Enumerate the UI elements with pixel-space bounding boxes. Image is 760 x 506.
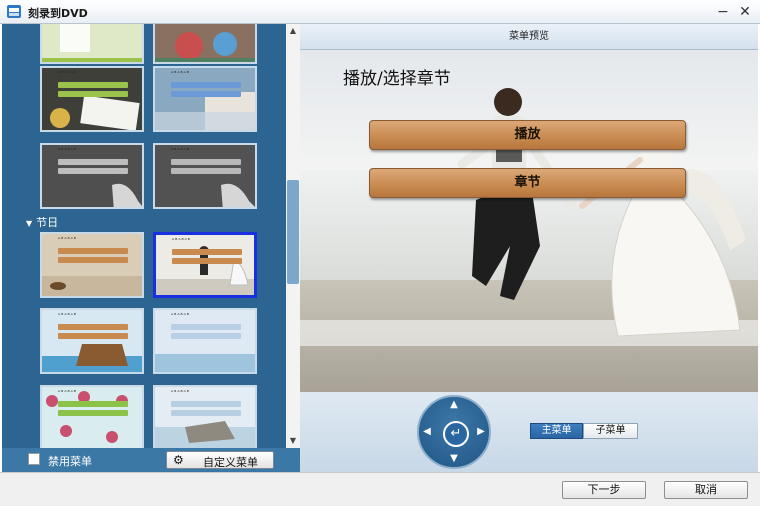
template-label: ᴬᴮᴬᴮᴬᴮ <box>58 71 77 77</box>
template-footer: 禁用菜单 ⚙ 自定义菜单 <box>2 448 300 472</box>
template-preview-image <box>42 24 142 62</box>
disable-menu-checkbox[interactable] <box>28 453 40 465</box>
template-thumb-7[interactable]: ᴬᴮᴬᴮᴬᴮ <box>40 232 144 298</box>
template-bar <box>171 333 241 339</box>
template-bar <box>171 82 241 88</box>
cancel-button[interactable]: 取消 <box>664 481 748 499</box>
next-button[interactable]: 下一步 <box>562 481 646 499</box>
template-preview-image <box>155 68 255 130</box>
template-preview-image <box>42 387 142 448</box>
preview-play-button[interactable]: 播放 <box>369 120 686 150</box>
template-preview-image <box>155 310 255 372</box>
arrow-left-icon[interactable]: ◀ <box>421 426 433 438</box>
template-bar <box>172 249 242 255</box>
minimize-icon[interactable]: − <box>714 3 732 21</box>
preview-controls: ▲ ▼ ◀ ▶ ↵ 主菜单 子菜单 <box>300 392 758 472</box>
template-label: ᴬᴮᴬᴮᴬᴮ <box>58 390 77 396</box>
collapse-triangle-icon: ▼ <box>26 219 33 228</box>
template-bar <box>58 333 128 339</box>
template-group-holiday[interactable]: ▼ 节日 <box>26 214 58 230</box>
template-label: ᴬᴮᴬᴮᴬᴮ <box>171 313 190 319</box>
template-thumb-1[interactable] <box>40 24 144 64</box>
arrow-up-icon[interactable]: ▲ <box>448 399 460 411</box>
dialog-footer: 下一步 取消 <box>0 472 760 506</box>
template-panel: ᴬᴮᴬᴮᴬᴮ ᴬᴮᴬᴮᴬᴮ ᴬᴮᴬᴮᴬᴮ ᴬᴮᴬᴮᴬᴮ ▼ 节日 ᴬᴮᴬᴮᴬᴮ … <box>2 24 300 472</box>
template-bar <box>58 401 128 407</box>
template-label: ᴬᴮᴬᴮᴬᴮ <box>172 238 191 244</box>
template-preview-image <box>42 234 142 296</box>
group-label-text: 节日 <box>36 216 59 229</box>
template-label: ᴬᴮᴬᴮᴬᴮ <box>58 237 77 243</box>
custom-menu-label: 自定义菜单 <box>203 457 258 469</box>
template-thumb-9[interactable]: ᴬᴮᴬᴮᴬᴮ <box>40 308 144 374</box>
template-label: ᴬᴮᴬᴮᴬᴮ <box>171 148 190 154</box>
template-bar <box>171 410 241 416</box>
template-thumb-10[interactable]: ᴬᴮᴬᴮᴬᴮ <box>153 308 257 374</box>
enter-icon[interactable]: ↵ <box>443 421 469 447</box>
close-icon[interactable]: ✕ <box>736 3 754 21</box>
template-thumb-11[interactable]: ᴬᴮᴬᴮᴬᴮ <box>40 385 144 448</box>
arrow-right-icon[interactable]: ▶ <box>475 426 487 438</box>
preview-menu-title: 播放/选择章节 <box>343 69 451 89</box>
template-bar <box>58 248 128 254</box>
template-thumb-3[interactable]: ᴬᴮᴬᴮᴬᴮ <box>40 66 144 132</box>
template-list: ᴬᴮᴬᴮᴬᴮ ᴬᴮᴬᴮᴬᴮ ᴬᴮᴬᴮᴬᴮ ᴬᴮᴬᴮᴬᴮ ▼ 节日 ᴬᴮᴬᴮᴬᴮ … <box>2 24 286 448</box>
template-preview-image <box>42 145 142 207</box>
template-thumb-5[interactable]: ᴬᴮᴬᴮᴬᴮ <box>40 143 144 209</box>
template-preview-image <box>42 310 142 372</box>
template-bar <box>171 168 241 174</box>
template-bar <box>171 401 241 407</box>
template-thumb-4[interactable]: ᴬᴮᴬᴮᴬᴮ <box>153 66 257 132</box>
template-scrollbar[interactable]: ▲ ▼ <box>286 24 300 448</box>
arrow-down-icon[interactable]: ▼ <box>448 453 460 465</box>
preview-chapter-button[interactable]: 章节 <box>369 168 686 198</box>
template-thumb-2[interactable] <box>153 24 257 64</box>
template-bar <box>58 324 128 330</box>
template-thumb-8-selected[interactable]: ᴬᴮᴬᴮᴬᴮ <box>153 232 257 298</box>
title-bar: 刻录到DVD − ✕ <box>0 0 760 24</box>
template-bar <box>58 82 128 88</box>
template-bar <box>58 91 128 97</box>
gear-icon: ⚙ <box>173 453 184 467</box>
template-label: ᴬᴮᴬᴮᴬᴮ <box>58 313 77 319</box>
dvd-app-icon <box>7 5 21 18</box>
template-preview-image <box>156 235 254 295</box>
disable-menu-label: 禁用菜单 <box>48 455 92 468</box>
template-bar <box>58 410 128 416</box>
sub-menu-tab[interactable]: 子菜单 <box>583 423 638 439</box>
preview-header: 菜单预览 <box>300 24 758 50</box>
template-preview-image <box>155 24 255 62</box>
scroll-up-icon[interactable]: ▲ <box>286 24 300 38</box>
preview-couple-photo <box>457 88 746 337</box>
navigation-dpad: ▲ ▼ ◀ ▶ ↵ <box>417 395 491 469</box>
template-bar <box>171 91 241 97</box>
main-menu-tab[interactable]: 主菜单 <box>530 423 583 439</box>
template-bar <box>58 168 128 174</box>
template-bar <box>58 159 128 165</box>
template-bar <box>172 258 242 264</box>
template-label: ᴬᴮᴬᴮᴬᴮ <box>171 71 190 77</box>
template-preview-image <box>42 68 142 130</box>
custom-menu-button[interactable]: ⚙ 自定义菜单 <box>166 451 274 469</box>
menu-preview: 播放/选择章节 播放 章节 <box>300 50 758 392</box>
window-title: 刻录到DVD <box>28 7 88 20</box>
template-label: ᴬᴮᴬᴮᴬᴮ <box>58 148 77 154</box>
template-bar <box>58 257 128 263</box>
template-preview-image <box>155 387 255 448</box>
template-bar <box>171 324 241 330</box>
scrollbar-thumb[interactable] <box>287 180 299 284</box>
template-label: ᴬᴮᴬᴮᴬᴮ <box>171 390 190 396</box>
template-bar <box>171 159 241 165</box>
template-preview-image <box>155 145 255 207</box>
scroll-down-icon[interactable]: ▼ <box>286 434 300 448</box>
template-thumb-12[interactable]: ᴬᴮᴬᴮᴬᴮ <box>153 385 257 448</box>
template-thumb-6[interactable]: ᴬᴮᴬᴮᴬᴮ <box>153 143 257 209</box>
